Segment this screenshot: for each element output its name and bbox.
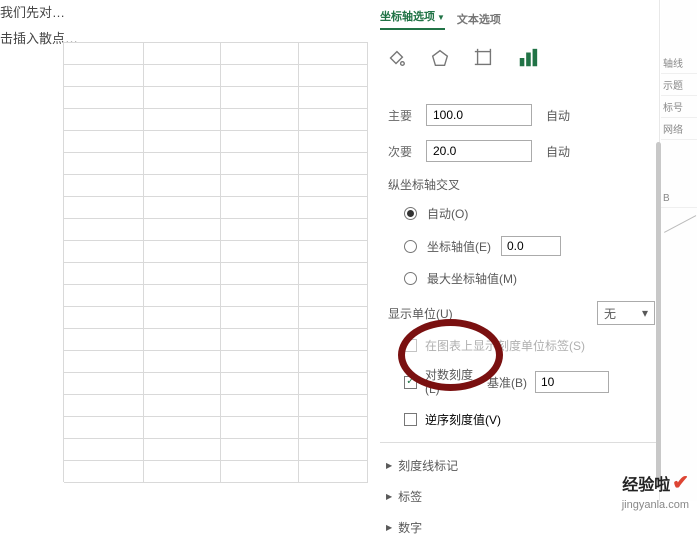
radio-auto[interactable]: 自动(O) — [380, 205, 659, 222]
show-units-on-chart-label: 在图表上显示刻度单位标签(S) — [425, 337, 585, 354]
expander-labels[interactable]: ▶ 标签 — [380, 488, 659, 505]
major-unit-auto: 自动 — [546, 107, 570, 124]
reverse-order-checkbox[interactable] — [404, 413, 417, 426]
triangle-right-icon: ▶ — [386, 523, 392, 532]
format-axis-panel: 坐标轴选项▼ 文本选项 主要 自动 次要 自动 纵坐标轴交叉 自动(O) 坐标轴… — [370, 0, 660, 501]
radio-axis-value[interactable]: 坐标轴值(E) — [380, 236, 659, 256]
major-unit-label: 主要 — [388, 107, 426, 124]
minor-unit-label: 次要 — [388, 143, 426, 160]
chevron-down-icon: ▼ — [437, 13, 445, 22]
expander-number[interactable]: ▶ 数字 — [380, 519, 659, 536]
radio-icon — [404, 240, 417, 253]
display-units-value: 无 — [604, 305, 616, 322]
minor-unit-input[interactable] — [426, 140, 532, 162]
show-units-on-chart-checkbox — [404, 339, 417, 352]
display-units-label: 显示单位(U) — [388, 305, 453, 322]
log-base-label: 基准(B) — [487, 374, 527, 391]
display-units-select[interactable]: 无 ▾ — [597, 301, 655, 325]
spreadsheet-grid[interactable] — [63, 42, 368, 482]
tab-text-options[interactable]: 文本选项 — [457, 11, 501, 27]
axis-value-input[interactable] — [501, 236, 561, 256]
axis-cross-title: 纵坐标轴交叉 — [380, 176, 659, 193]
major-unit-input[interactable] — [426, 104, 532, 126]
fill-bucket-icon[interactable] — [385, 47, 407, 74]
radio-max-axis-value[interactable]: 最大坐标轴值(M) — [380, 270, 659, 287]
watermark-logo: 经验啦✔ — [622, 470, 689, 495]
bar-chart-icon[interactable] — [517, 47, 539, 74]
minor-unit-auto: 自动 — [546, 143, 570, 160]
size-properties-icon[interactable] — [473, 47, 495, 74]
log-scale-checkbox[interactable] — [404, 376, 417, 389]
reverse-order-label: 逆序刻度值(V) — [425, 411, 501, 428]
radio-icon — [404, 207, 417, 220]
log-base-input[interactable] — [535, 371, 609, 393]
radio-label: 自动(O) — [427, 205, 468, 222]
triangle-right-icon: ▶ — [386, 492, 392, 501]
expander-tick-marks[interactable]: ▶ 刻度线标记 — [380, 457, 659, 474]
context-line: 我们先对… — [0, 2, 78, 21]
radio-label: 坐标轴值(E) — [427, 238, 491, 255]
radio-icon — [404, 272, 417, 285]
checkmark-icon: ✔ — [672, 470, 689, 495]
radio-label: 最大坐标轴值(M) — [427, 270, 517, 287]
log-scale-label: 对数刻度(L) — [425, 368, 473, 397]
pentagon-icon[interactable] — [429, 47, 451, 74]
tab-axis-options[interactable]: 坐标轴选项▼ — [380, 8, 445, 30]
triangle-right-icon: ▶ — [386, 461, 392, 470]
chevron-down-icon: ▾ — [642, 306, 648, 320]
